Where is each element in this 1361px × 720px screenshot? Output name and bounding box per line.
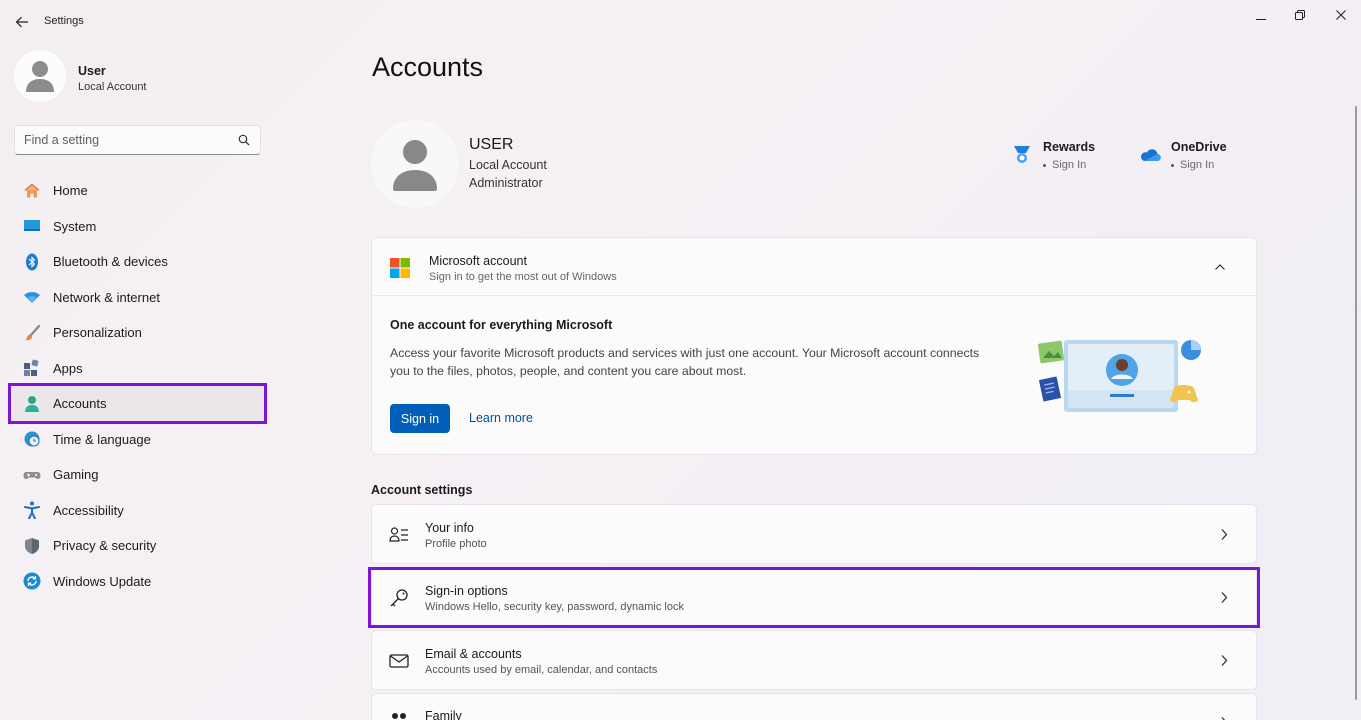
- sidebar-item-privacy-security[interactable]: Privacy & security: [10, 528, 268, 564]
- sidebar-user-type: Local Account: [78, 81, 147, 93]
- wifi-icon: [22, 287, 42, 307]
- microsoft-account-header[interactable]: Microsoft account Sign in to get the mos…: [372, 238, 1256, 296]
- apps-icon: [22, 358, 42, 378]
- sidebar-item-apps[interactable]: Apps: [10, 351, 268, 387]
- sign-in-options-highlight-box: [368, 567, 1260, 628]
- sidebar-item-accessibility[interactable]: Accessibility: [10, 493, 268, 529]
- sidebar-item-label: Home: [53, 183, 88, 199]
- sidebar: User Local Account Home System Bluetooth…: [0, 42, 280, 720]
- brush-icon: [22, 323, 42, 343]
- app-title: Settings: [44, 15, 84, 27]
- row-subtitle: Profile photo: [425, 538, 487, 550]
- rewards-status: Sign In: [1043, 159, 1086, 171]
- scrollbar[interactable]: [1355, 106, 1357, 700]
- row-family[interactable]: Family: [371, 693, 1257, 720]
- sidebar-item-gaming[interactable]: Gaming: [10, 457, 268, 493]
- onedrive-service[interactable]: OneDrive Sign In: [1139, 140, 1239, 174]
- search-box: [14, 125, 261, 155]
- sign-in-button[interactable]: Sign in: [390, 404, 450, 433]
- sidebar-user-name: User: [78, 64, 106, 78]
- controller-icon: [22, 465, 42, 485]
- chevron-right-icon: [1221, 529, 1228, 540]
- rewards-service[interactable]: Rewards Sign In: [1011, 140, 1111, 174]
- sidebar-item-windows-update[interactable]: Windows Update: [10, 564, 268, 600]
- onedrive-status: Sign In: [1171, 159, 1214, 171]
- sidebar-item-label: Privacy & security: [53, 538, 157, 554]
- row-title: Family: [425, 709, 462, 720]
- onedrive-name: OneDrive: [1171, 140, 1227, 154]
- sidebar-item-label: Network & internet: [53, 289, 160, 305]
- avatar: [14, 50, 66, 102]
- profile-name: USER: [469, 136, 514, 153]
- sidebar-item-time-language[interactable]: Time & language: [10, 422, 268, 458]
- sidebar-item-home[interactable]: Home: [10, 173, 268, 209]
- sidebar-item-label: Apps: [53, 360, 83, 376]
- chevron-right-icon: [1221, 717, 1226, 720]
- sidebar-item-personalization[interactable]: Personalization: [10, 315, 268, 351]
- microsoft-account-body-title: One account for everything Microsoft: [390, 318, 613, 332]
- profile-account-type: Local Account: [469, 158, 547, 172]
- rewards-medal-icon: [1014, 146, 1030, 163]
- microsoft-account-illustration: [1037, 340, 1201, 412]
- family-icon: [392, 713, 406, 719]
- person-info-icon: [389, 527, 408, 542]
- mail-icon: [389, 654, 409, 668]
- globe-clock-icon: [22, 429, 42, 449]
- back-button[interactable]: [12, 12, 32, 32]
- account-settings-heading: Account settings: [371, 483, 473, 497]
- sidebar-item-label: Personalization: [53, 325, 142, 341]
- update-icon: [22, 571, 42, 591]
- sidebar-item-label: Gaming: [53, 467, 99, 483]
- microsoft-account-card: Microsoft account Sign in to get the mos…: [371, 237, 1257, 455]
- profile-avatar[interactable]: [371, 120, 459, 208]
- rewards-status-label: Sign In: [1052, 159, 1087, 171]
- sidebar-item-network[interactable]: Network & internet: [10, 280, 268, 316]
- row-your-info[interactable]: Your info Profile photo: [371, 504, 1257, 564]
- page-title: Accounts: [372, 52, 484, 82]
- sidebar-item-label: System: [53, 218, 97, 234]
- row-title: Your info: [425, 521, 474, 535]
- shield-icon: [22, 536, 42, 556]
- rewards-name: Rewards: [1043, 140, 1096, 154]
- sidebar-item-bluetooth[interactable]: Bluetooth & devices: [10, 244, 268, 280]
- learn-more-link[interactable]: Learn more: [469, 411, 533, 425]
- accounts-highlight-box: [8, 383, 267, 424]
- sidebar-item-label: Time & language: [53, 431, 151, 447]
- user-silhouette-icon: [393, 140, 437, 191]
- microsoft-account-description: Access your favorite Microsoft products …: [390, 346, 980, 378]
- user-silhouette-icon: [26, 61, 54, 92]
- back-arrow-icon: [15, 16, 28, 28]
- sidebar-item-label: Accessibility: [53, 502, 124, 518]
- microsoft-account-subtitle: Sign in to get the most out of Windows: [429, 271, 617, 283]
- row-subtitle: Accounts used by email, calendar, and co…: [425, 664, 658, 676]
- accessibility-icon: [22, 500, 42, 520]
- search-input[interactable]: [15, 126, 225, 154]
- row-email-accounts[interactable]: Email & accounts Accounts used by email,…: [371, 630, 1257, 690]
- sidebar-item-label: Windows Update: [53, 573, 152, 589]
- home-icon: [22, 181, 42, 201]
- sidebar-item-system[interactable]: System: [10, 209, 268, 245]
- chevron-right-icon: [1221, 655, 1228, 666]
- row-title: Email & accounts: [425, 647, 522, 661]
- search-icon[interactable]: [238, 134, 250, 146]
- sidebar-item-label: Bluetooth & devices: [53, 254, 168, 270]
- microsoft-logo-icon: [390, 258, 410, 278]
- microsoft-account-title: Microsoft account: [429, 254, 527, 268]
- onedrive-status-label: Sign In: [1180, 159, 1215, 171]
- sidebar-user[interactable]: User Local Account: [14, 50, 274, 106]
- bluetooth-icon: [22, 252, 42, 272]
- chevron-up-icon[interactable]: [1214, 262, 1226, 272]
- system-icon: [22, 216, 42, 236]
- profile-role: Administrator: [469, 176, 543, 190]
- onedrive-cloud-icon: [1140, 149, 1161, 162]
